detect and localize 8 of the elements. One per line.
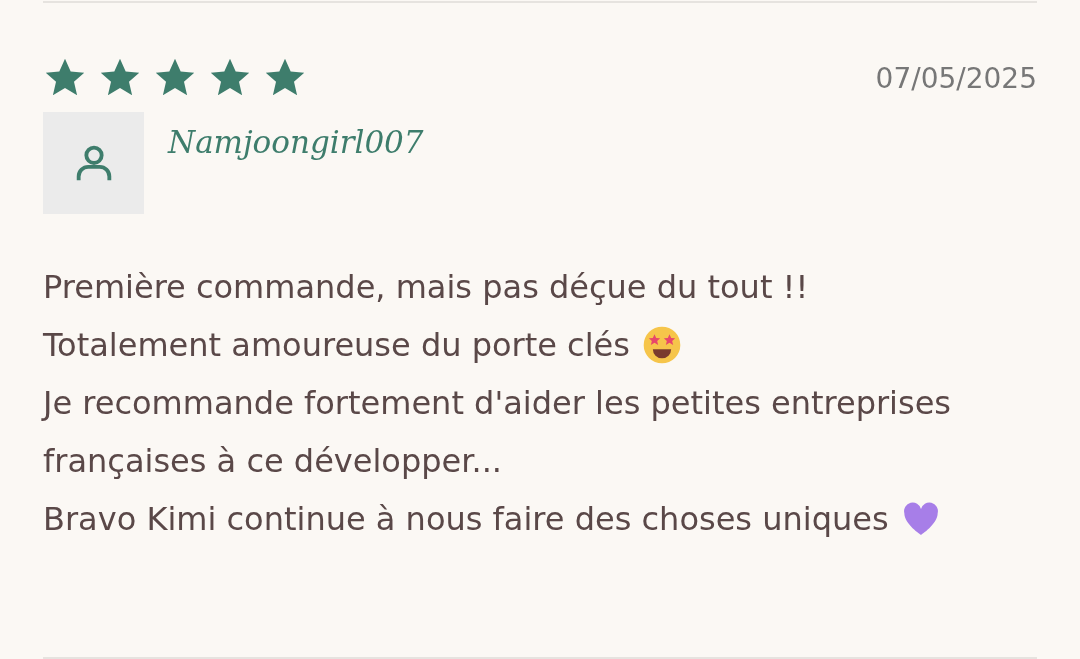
review-text: Première commande, mais pas déçue du tout !! — [43, 268, 809, 306]
review-text: Bravo Kimi continue à nous faire des choses uniques — [43, 500, 889, 538]
review-text: Totalement amoureuse du porte clés — [43, 326, 630, 364]
star-eyes-face-icon — [641, 325, 682, 365]
review-text: Je recommande fortement d'aider les petites entreprises — [43, 384, 952, 422]
author-name: Namjoongirl007 — [168, 124, 424, 160]
review-text: françaises à ce développer... — [43, 442, 502, 480]
review-date: 07/05/2025 — [875, 61, 1037, 95]
